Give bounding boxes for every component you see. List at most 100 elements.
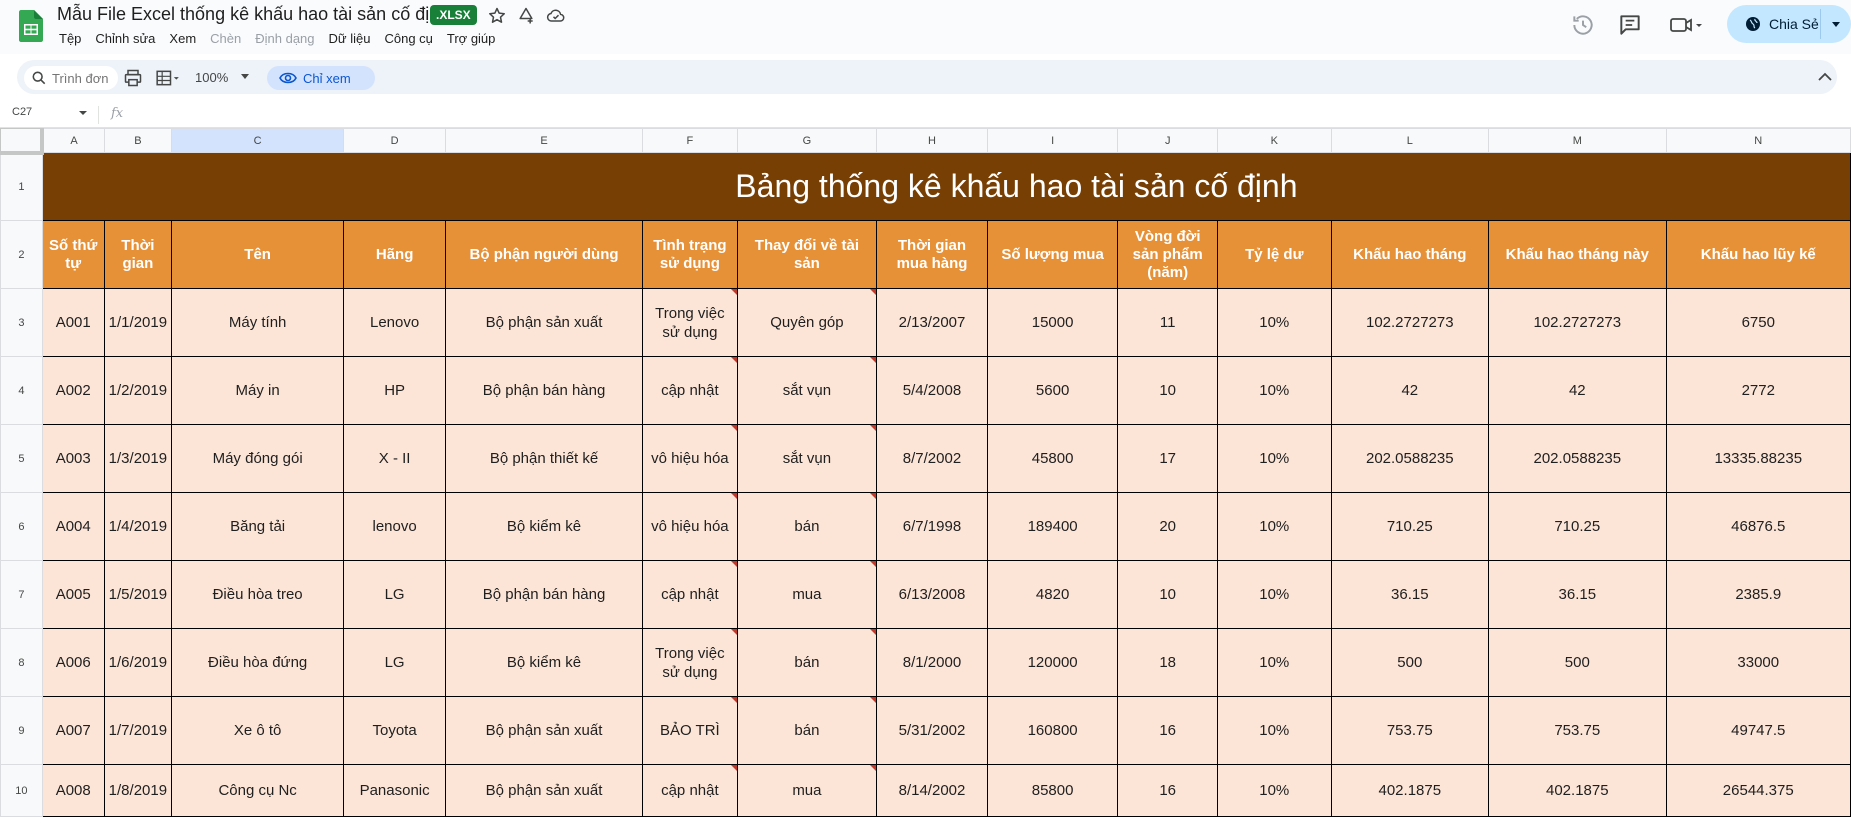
data-cell[interactable]: 1/1/2019 — [103, 288, 173, 357]
data-cell[interactable]: 500 — [1330, 628, 1490, 697]
data-cell[interactable]: A008 — [41, 764, 105, 817]
data-cell[interactable]: 10% — [1217, 764, 1332, 817]
data-cell[interactable]: 42 — [1488, 356, 1667, 425]
column-header-e[interactable]: E — [445, 128, 644, 153]
row-header[interactable]: 4 — [0, 356, 43, 425]
data-cell[interactable]: Xe ô tô — [171, 696, 345, 765]
data-cell[interactable]: A006 — [41, 628, 105, 697]
header-cell[interactable]: Thay đổi về tài sản — [736, 220, 878, 289]
data-cell[interactable]: 753.75 — [1330, 696, 1490, 765]
column-header-k[interactable]: K — [1217, 128, 1332, 153]
data-cell[interactable]: mua — [736, 764, 878, 817]
data-cell[interactable]: 6/7/1998 — [876, 492, 988, 561]
data-cell[interactable]: 10% — [1217, 424, 1332, 493]
data-cell[interactable]: 45800 — [986, 424, 1119, 493]
data-cell[interactable]: cập nhật — [642, 356, 738, 425]
data-cell[interactable]: 16 — [1117, 764, 1219, 817]
header-cell[interactable]: Khấu hao tháng này — [1488, 220, 1667, 289]
data-cell[interactable]: 160800 — [986, 696, 1119, 765]
data-cell[interactable]: 2772 — [1665, 356, 1851, 425]
data-cell[interactable]: Lenovo — [343, 288, 447, 357]
data-cell[interactable]: 1/8/2019 — [103, 764, 173, 817]
data-cell[interactable]: 1/2/2019 — [103, 356, 173, 425]
data-cell[interactable]: bán — [736, 628, 878, 697]
data-cell[interactable]: Bộ phận thiết kế — [445, 424, 644, 493]
data-cell[interactable]: mua — [736, 560, 878, 629]
column-header-a[interactable]: A — [41, 128, 105, 153]
data-cell[interactable]: 85800 — [986, 764, 1119, 817]
header-cell[interactable]: Số thứ tự — [41, 220, 105, 289]
data-cell[interactable]: 10% — [1217, 356, 1332, 425]
data-cell[interactable]: 10% — [1217, 560, 1332, 629]
header-cell[interactable]: Khấu hao tháng — [1330, 220, 1490, 289]
data-cell[interactable]: 8/14/2002 — [876, 764, 988, 817]
data-cell[interactable]: 1/4/2019 — [103, 492, 173, 561]
row-header[interactable]: 10 — [0, 764, 43, 817]
menu-file[interactable]: Tệp — [59, 31, 81, 46]
menu-help[interactable]: Trợ giúp — [447, 31, 496, 46]
select-format-icon[interactable] — [152, 68, 184, 88]
name-box[interactable]: C27 — [12, 106, 32, 118]
comments-icon[interactable] — [1617, 12, 1643, 38]
data-cell[interactable]: 36.15 — [1330, 560, 1490, 629]
menu-data[interactable]: Dữ liệu — [329, 31, 371, 46]
data-cell[interactable]: 8/7/2002 — [876, 424, 988, 493]
data-cell[interactable]: X - II — [343, 424, 447, 493]
data-cell[interactable]: 102.2727273 — [1488, 288, 1667, 357]
data-cell[interactable]: Công cụ Nc — [171, 764, 345, 817]
zoom-level[interactable]: 100% — [195, 70, 228, 85]
data-cell[interactable]: A005 — [41, 560, 105, 629]
header-cell[interactable]: Số lượng mua — [986, 220, 1119, 289]
data-cell[interactable]: Máy đóng gói — [171, 424, 345, 493]
header-cell[interactable]: Hãng — [343, 220, 447, 289]
data-cell[interactable]: HP — [343, 356, 447, 425]
row-header[interactable]: 7 — [0, 560, 43, 629]
collapse-toolbar-icon[interactable] — [1818, 72, 1832, 82]
data-cell[interactable]: 10% — [1217, 492, 1332, 561]
data-cell[interactable]: 202.0588235 — [1330, 424, 1490, 493]
row-header[interactable]: 9 — [0, 696, 43, 765]
data-cell[interactable]: sắt vụn — [736, 424, 878, 493]
row-header[interactable]: 5 — [0, 424, 43, 493]
data-cell[interactable]: cập nhật — [642, 560, 738, 629]
data-cell[interactable]: sắt vụn — [736, 356, 878, 425]
menu-search-box[interactable] — [24, 66, 118, 90]
header-cell[interactable]: Thời gian — [103, 220, 173, 289]
data-cell[interactable]: BẢO TRÌ — [642, 696, 738, 765]
data-cell[interactable]: 10 — [1117, 356, 1219, 425]
name-box-dropdown-icon[interactable] — [78, 108, 88, 118]
data-cell[interactable]: LG — [343, 628, 447, 697]
document-title[interactable]: Mẫu File Excel thống kê khấu hao tài sản… — [57, 4, 449, 25]
data-cell[interactable]: Bộ kiểm kê — [445, 492, 644, 561]
star-icon[interactable] — [487, 6, 507, 26]
column-header-m[interactable]: M — [1488, 128, 1667, 153]
row-header[interactable]: 8 — [0, 628, 43, 697]
menu-edit[interactable]: Chỉnh sửa — [95, 31, 155, 46]
data-cell[interactable]: 46876.5 — [1665, 492, 1851, 561]
view-only-button[interactable]: Chỉ xem — [267, 66, 375, 90]
column-header-l[interactable]: L — [1330, 128, 1490, 153]
data-cell[interactable]: bán — [736, 696, 878, 765]
menu-search-input[interactable] — [52, 70, 112, 86]
column-header-d[interactable]: D — [343, 128, 447, 153]
data-cell[interactable]: 1/7/2019 — [103, 696, 173, 765]
data-cell[interactable]: 4820 — [986, 560, 1119, 629]
data-cell[interactable]: 49747.5 — [1665, 696, 1851, 765]
data-cell[interactable]: Trong việc sử dụng — [642, 288, 738, 357]
header-cell[interactable]: Tình trạng sử dụng — [642, 220, 738, 289]
data-cell[interactable]: 202.0588235 — [1488, 424, 1667, 493]
meet-video-icon[interactable] — [1668, 12, 1704, 38]
data-cell[interactable]: Bộ phận bán hàng — [445, 560, 644, 629]
data-cell[interactable]: 5/31/2002 — [876, 696, 988, 765]
header-cell[interactable]: Tên — [171, 220, 345, 289]
column-header-c[interactable]: C — [171, 128, 345, 153]
data-cell[interactable]: 11 — [1117, 288, 1219, 357]
data-cell[interactable]: lenovo — [343, 492, 447, 561]
header-cell[interactable]: Tỷ lệ dư — [1217, 220, 1332, 289]
data-cell[interactable]: Băng tải — [171, 492, 345, 561]
data-cell[interactable]: 1/5/2019 — [103, 560, 173, 629]
header-cell[interactable]: Thời gian mua hàng — [876, 220, 988, 289]
data-cell[interactable]: A007 — [41, 696, 105, 765]
data-cell[interactable]: 13335.88235 — [1665, 424, 1851, 493]
print-icon[interactable] — [123, 68, 143, 88]
